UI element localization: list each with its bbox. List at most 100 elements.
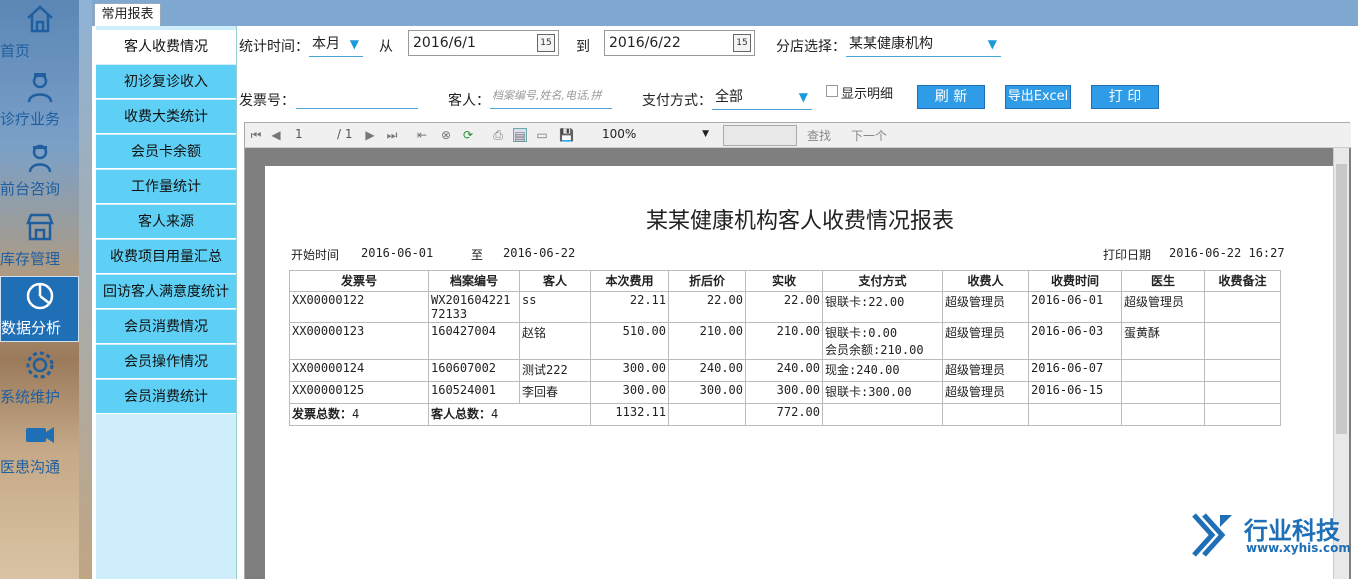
export-excel-button[interactable]: 导出Excel [1005,85,1071,109]
table-cell: 超级管理员 [1121,291,1205,323]
scrollbar-thumb[interactable] [1336,164,1347,434]
from-date-value: 2016/6/1 [413,35,476,51]
submenu-item[interactable]: 收费项目用量汇总 [96,240,236,274]
table-cell: 超级管理员 [942,322,1029,360]
from-label: 从 [379,39,393,55]
gear-icon [26,351,53,379]
page-layout-icon[interactable]: ▤ [513,128,527,143]
video-camera-icon [25,427,54,443]
submenu-item[interactable]: 会员卡余额 [96,135,236,169]
table-cell [1121,403,1205,426]
table-cell: 2016-06-07 [1028,359,1122,382]
table-cell: XX00000125 [289,381,429,404]
prev-page-icon[interactable]: ◀ [269,128,283,142]
print-button[interactable]: 打 印 [1091,85,1159,109]
column-header: 支付方式 [822,270,943,292]
column-header: 档案编号 [428,270,520,292]
table-cell: XX00000123 [289,322,429,360]
table-cell [1028,403,1122,426]
table-row: XX00000124 160607002 测试222 300.00 240.00 240.… [289,359,1281,382]
page-total: / 1 [337,127,353,141]
nav-item-data-analysis[interactable]: 数据分析 [0,276,79,342]
table-cell [1204,359,1281,382]
page-setup-icon[interactable]: ▭ [535,128,549,142]
nav-label: 数据分析 [1,319,62,337]
submenu-item[interactable]: 收费大类统计 [96,100,236,134]
page-current[interactable]: 1 [295,127,303,141]
table-cell: 22.00 [668,291,746,323]
table-row: XX00000125 160524001 李回春 300.00 300.00 300.00… [289,381,1281,404]
nav-item-front-desk[interactable]: 前台咨询 [0,138,79,204]
customer-search-input[interactable]: 档案编号,姓名,电话,拼 [490,85,612,109]
report-viewer: ⏮ ◀ 1 / 1 ▶ ⏭ ⇤ ⊗ ⟳ ⎙ ▤ ▭ 💾 100% ▼ 查找 下一… [244,122,1351,579]
table-cell: 300.00 [590,381,669,404]
last-page-icon[interactable]: ⏭ [385,128,399,142]
invoice-input[interactable] [296,85,418,109]
tab-common-reports[interactable]: 常用报表 [94,3,161,26]
table-cell: 160427004 [428,322,520,360]
period-label: 统计时间： [239,39,309,55]
nav-item-inventory[interactable]: 库存管理 [0,208,79,274]
table-cell: ss [519,291,591,323]
column-header: 医生 [1121,270,1205,292]
refresh-icon[interactable]: ⟳ [461,128,475,142]
total-invoice-count: 4 [352,407,360,421]
table-header-row: 发票号 档案编号 客人 本次费用 折后价 实收 支付方式 收费人 收费时间 医生 收费备注 [289,270,1281,292]
table-cell [668,403,746,426]
first-page-icon[interactable]: ⏮ [249,128,263,142]
print-date-value: 2016-06-22 16:27 [1169,246,1285,260]
period-select[interactable]: 本月 ▼ [309,33,363,57]
to-date-picker[interactable]: 2016/6/22 15 [604,30,755,56]
store-icon [25,213,54,241]
print-date-label: 打印日期 [1103,248,1152,262]
calendar-icon[interactable]: 15 [733,34,751,52]
show-detail-checkbox[interactable] [826,85,838,97]
find-next-link[interactable]: 下一个 [851,127,887,144]
table-cell: XX00000124 [289,359,429,382]
calendar-icon[interactable]: 15 [537,34,555,52]
nav-item-system[interactable]: 系统维护 [0,346,79,412]
printer-icon[interactable]: ⎙ [491,128,505,142]
submenu-item[interactable]: 会员消费统计 [96,380,236,414]
table-cell: 赵铭 [519,322,591,360]
table-cell: 超级管理员 [942,359,1029,382]
zoom-select[interactable]: 100% ▼ [599,125,711,146]
table-cell: 李回春 [519,381,591,404]
table-cell: WX20160422172133 [428,291,520,323]
report-submenu: 客人收费情况 初诊复诊收入 收费大类统计 会员卡余额 工作量统计 客人来源 收费… [96,26,237,579]
branch-select[interactable]: 某某健康机构 ▼ [846,33,1001,57]
find-link[interactable]: 查找 [807,127,831,144]
submenu-item[interactable]: 初诊复诊收入 [96,65,236,99]
zoom-value: 100% [602,127,637,141]
table-cell: 240.00 [668,359,746,382]
table-cell: 2016-06-01 [1028,291,1122,323]
nav-item-communication[interactable]: 医患沟通 [0,416,79,482]
chevron-down-icon: ▼ [987,37,997,51]
table-cell: 300.00 [590,359,669,382]
submenu-item[interactable]: 工作量统计 [96,170,236,204]
table-cell: 300.00 [668,381,746,404]
submenu-item[interactable]: 回访客人满意度统计 [96,275,236,309]
nav-divider [79,0,92,579]
next-page-icon[interactable]: ▶ [363,128,377,142]
payment-select[interactable]: 全部 ▼ [712,86,812,110]
find-input[interactable] [723,125,797,146]
table-cell: 现金:240.00 [822,359,943,382]
invoice-label: 发票号： [239,93,295,109]
viewer-body: 某某健康机构客人收费情况报表 开始时间 2016-06-01 至 2016-06… [245,148,1351,579]
viewer-toolbar: ⏮ ◀ 1 / 1 ▶ ⏭ ⇤ ⊗ ⟳ ⎙ ▤ ▭ 💾 100% ▼ 查找 下一… [245,123,1351,148]
table-cell: 蛋黄酥 [1121,322,1205,360]
submenu-item[interactable]: 客人收费情况 [96,30,236,64]
nurse-icon [28,144,51,173]
save-export-icon[interactable]: 💾 [559,128,574,142]
back-icon[interactable]: ⇤ [415,128,429,142]
from-date-picker[interactable]: 2016/6/1 15 [408,30,559,56]
stop-icon[interactable]: ⊗ [439,128,453,142]
table-row: XX00000123 160427004 赵铭 510.00 210.00 210.00 银… [289,322,1281,360]
nav-item-home[interactable]: 首页 [0,0,79,66]
submenu-item[interactable]: 会员操作情况 [96,345,236,379]
submenu-item[interactable]: 会员消费情况 [96,310,236,344]
refresh-button[interactable]: 刷 新 [917,85,985,109]
nav-item-treatment[interactable]: 诊疗业务 [0,68,79,134]
submenu-item[interactable]: 客人来源 [96,205,236,239]
